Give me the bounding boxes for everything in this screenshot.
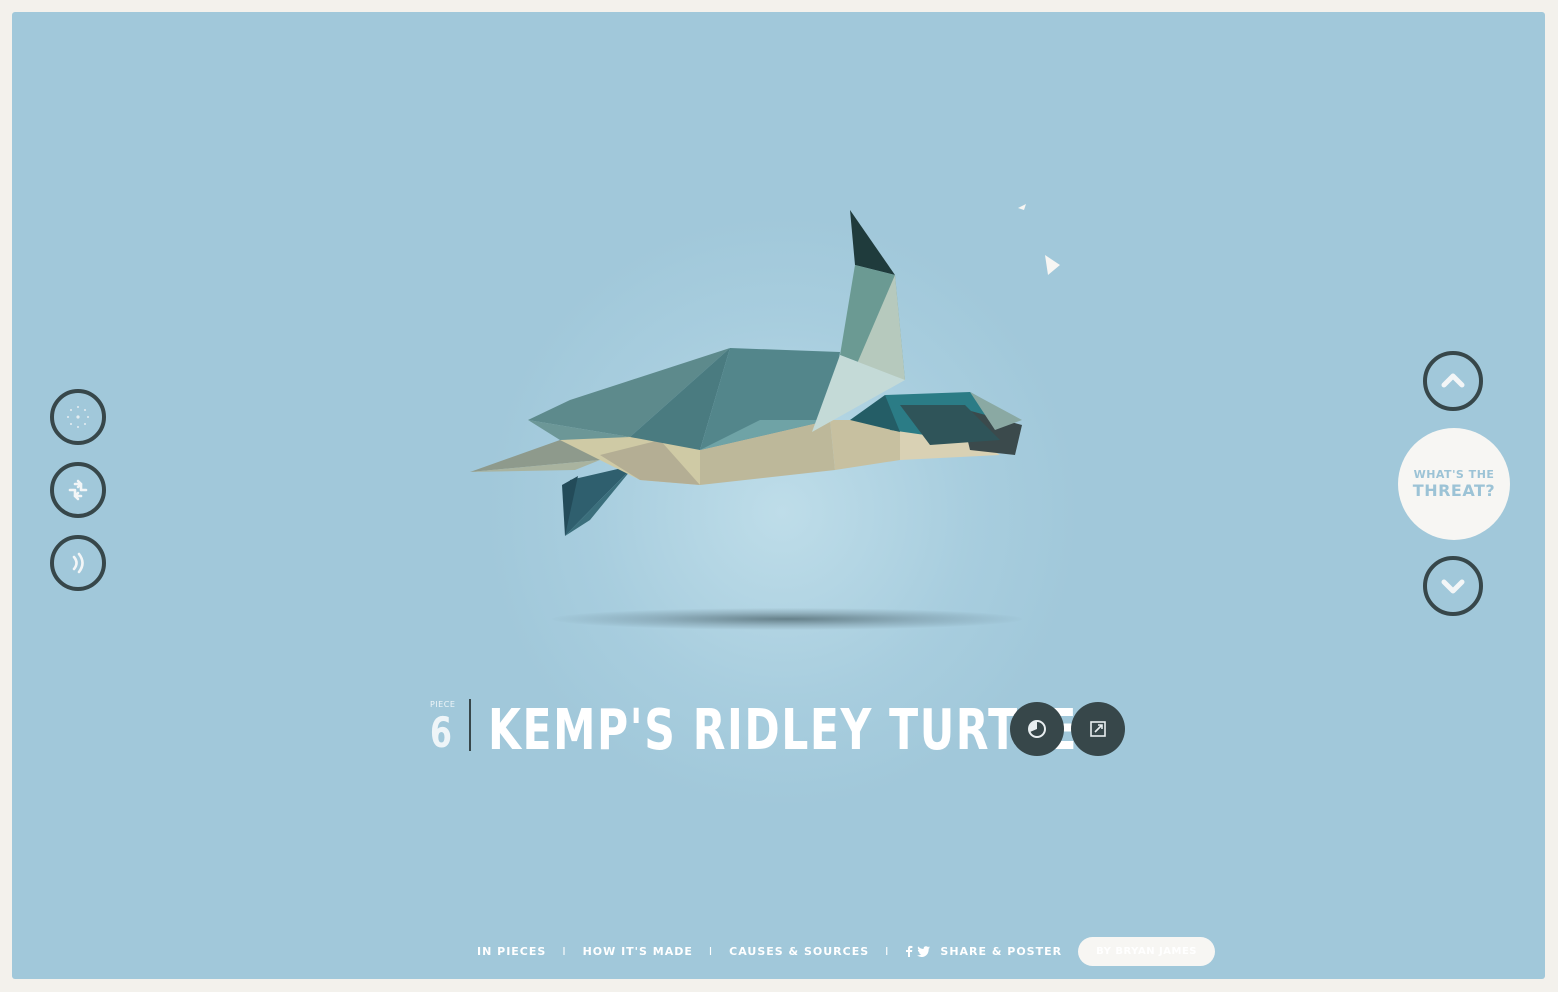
footer-nav: IN PIECES I HOW IT'S MADE I CAUSES & SOU… xyxy=(477,932,1215,970)
threat-label-line2: THREAT? xyxy=(1412,481,1496,500)
title-divider xyxy=(469,699,471,751)
footer-separator: I xyxy=(885,944,890,958)
whats-the-threat-button[interactable]: WHAT'S THE THREAT? xyxy=(1398,428,1510,540)
external-link-icon xyxy=(1090,721,1106,737)
kemps-ridley-turtle-artwork xyxy=(470,204,1060,536)
threat-label-line1: WHAT'S THE xyxy=(1413,468,1495,481)
stats-button[interactable] xyxy=(1010,702,1064,756)
twitter-icon[interactable] xyxy=(917,945,931,957)
link-causes-sources[interactable]: CAUSES & SOURCES xyxy=(729,945,869,958)
shuffle-button[interactable] xyxy=(50,462,106,518)
previous-piece-button[interactable] xyxy=(1423,351,1483,411)
dots-circle-icon xyxy=(67,406,89,428)
chevron-up-icon xyxy=(1441,373,1465,388)
external-link-button[interactable] xyxy=(1071,702,1125,756)
byline-button[interactable]: BY BRYAN JAMES xyxy=(1078,936,1215,966)
stats-pie-icon xyxy=(1028,720,1046,738)
shuffle-arrows-icon xyxy=(68,479,88,501)
sound-button[interactable] xyxy=(50,535,106,591)
footer-separator: I xyxy=(562,944,567,958)
stars-view-button[interactable] xyxy=(50,389,106,445)
species-name: KEMP'S RIDLEY TURTLE xyxy=(488,698,1078,763)
link-how-its-made[interactable]: HOW IT'S MADE xyxy=(583,945,693,958)
turtle-shadow xyxy=(552,608,1022,630)
link-share-poster[interactable]: SHARE & POSTER xyxy=(940,945,1062,958)
sound-waves-icon xyxy=(72,552,84,574)
chevron-down-icon xyxy=(1441,579,1465,594)
piece-number: 6 xyxy=(430,708,452,757)
facebook-icon[interactable] xyxy=(905,945,913,957)
social-icons xyxy=(905,945,931,957)
link-in-pieces[interactable]: IN PIECES xyxy=(477,945,546,958)
next-piece-button[interactable] xyxy=(1423,556,1483,616)
main-canvas: WHAT'S THE THREAT? PIECE 6 KEMP'S RIDLEY… xyxy=(12,12,1545,979)
footer-separator: I xyxy=(708,944,714,958)
